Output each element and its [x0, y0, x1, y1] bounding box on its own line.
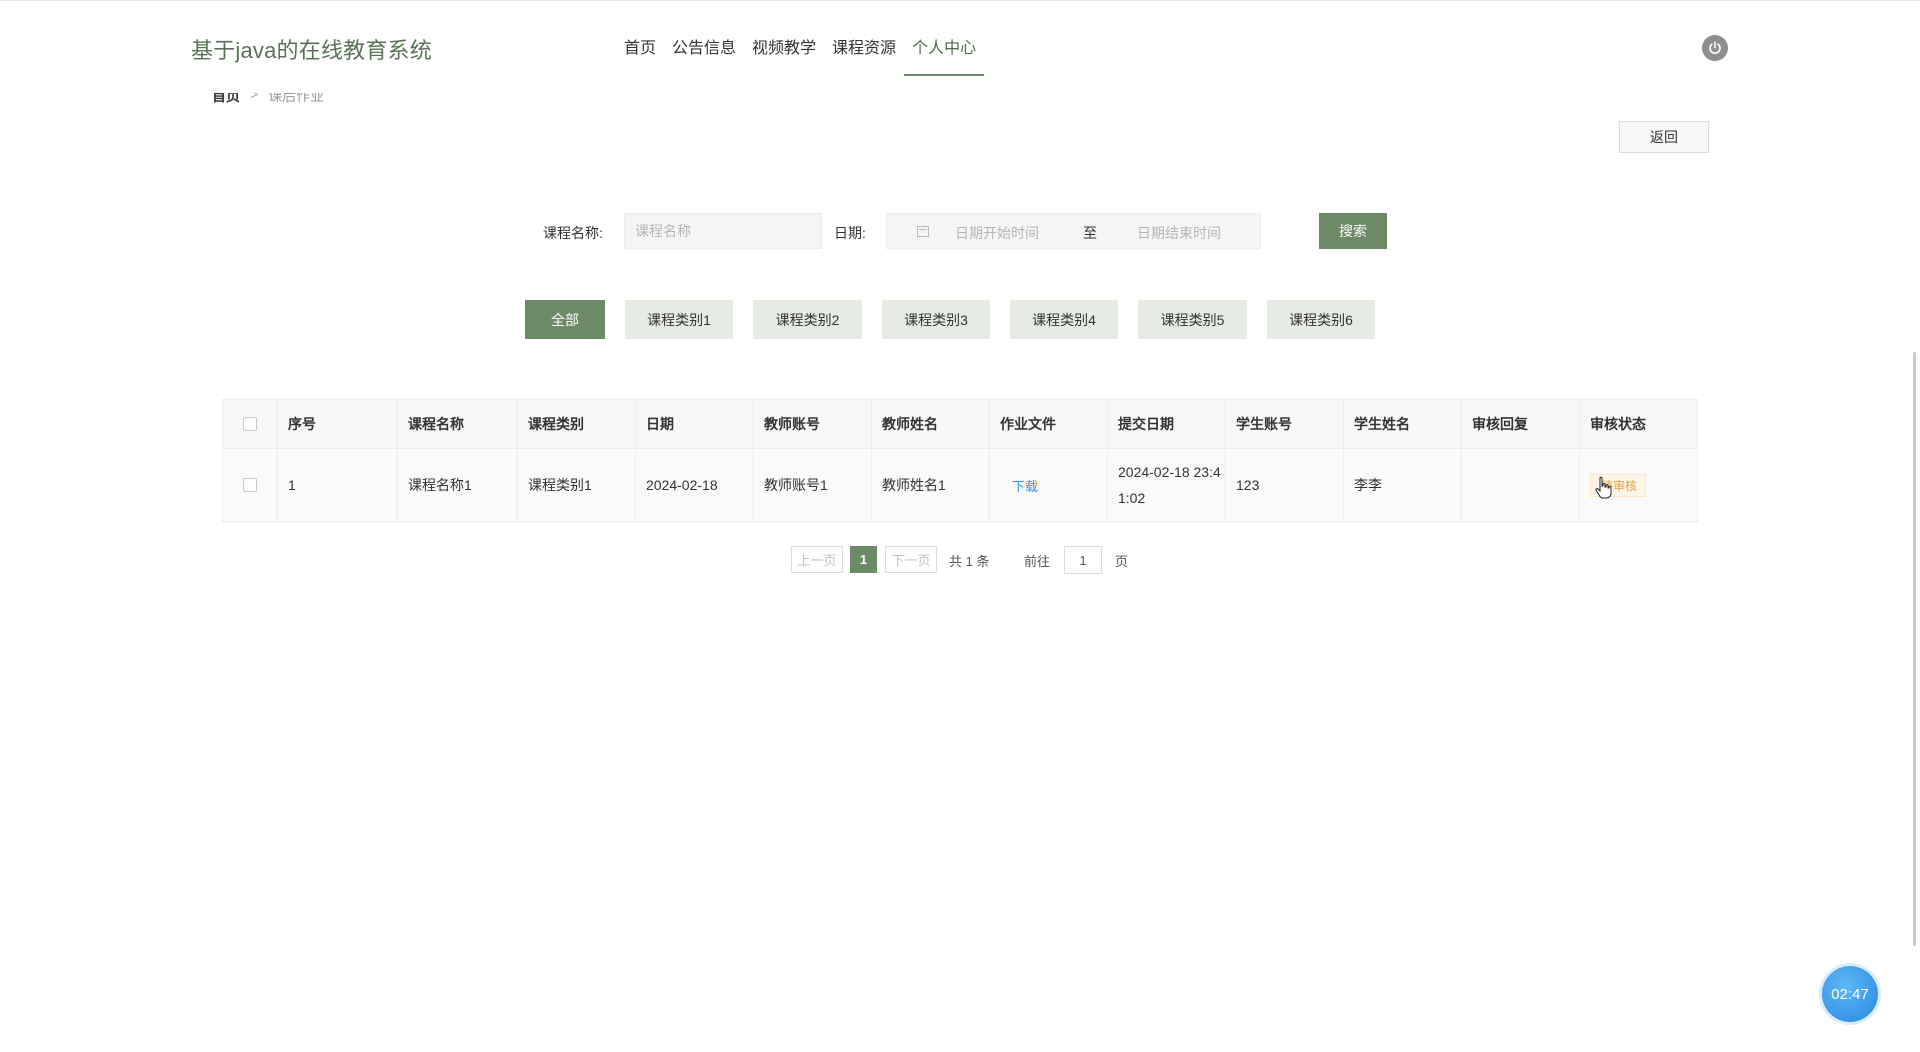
cell-date: 2024-02-18 — [636, 449, 754, 521]
header-student-account: 学生账号 — [1226, 400, 1344, 448]
category-6[interactable]: 课程类别6 — [1267, 300, 1375, 339]
cell-homework-file: 下载 — [990, 449, 1108, 521]
goto-page-input[interactable]: 1 — [1064, 546, 1102, 574]
next-page-button[interactable]: 下一页 — [885, 546, 937, 573]
category-3[interactable]: 课程类别3 — [882, 300, 990, 339]
nav-video-teaching[interactable]: 视频教学 — [744, 0, 824, 76]
header-submit-date: 提交日期 — [1108, 400, 1226, 448]
nav-course-resources[interactable]: 课程资源 — [824, 0, 904, 76]
pagination-total: 共 1 条 — [949, 554, 990, 569]
download-link[interactable]: 下载 — [1000, 476, 1038, 495]
category-5[interactable]: 课程类别5 — [1138, 300, 1247, 339]
prev-page-button[interactable]: 上一页 — [791, 546, 843, 573]
date-range-picker[interactable]: 日期开始时间 至 日期结束时间 — [886, 213, 1261, 249]
cell-submit-date: 2024-02-18 23:41:02 — [1108, 449, 1226, 521]
homework-table: 序号 课程名称 课程类别 日期 教师账号 教师姓名 作业文件 提交日期 学生账号… — [222, 399, 1698, 522]
header-course-type: 课程类别 — [518, 400, 636, 448]
header-teacher-account: 教师账号 — [754, 400, 872, 448]
main-nav: 首页 公告信息 视频教学 课程资源 个人中心 — [616, 0, 985, 76]
cell-review-reply — [1462, 449, 1580, 521]
category-4[interactable]: 课程类别4 — [1010, 300, 1118, 339]
course-name-input[interactable]: 课程名称 — [624, 213, 822, 249]
scrollbar-thumb[interactable] — [1913, 352, 1916, 946]
timer-bubble[interactable]: 02:47 — [1822, 966, 1878, 1022]
page-number-1[interactable]: 1 — [850, 546, 877, 573]
breadcrumb-current: 课后作业 — [268, 93, 325, 104]
site-title: 基于java的在线教育系统 — [191, 38, 432, 63]
header-student-name: 学生姓名 — [1344, 400, 1462, 448]
power-button[interactable] — [1702, 35, 1728, 61]
nav-announcements[interactable]: 公告信息 — [664, 0, 744, 76]
date-end-input[interactable]: 日期结束时间 — [1137, 223, 1221, 243]
select-all-cell — [223, 400, 278, 448]
date-start-input[interactable]: 日期开始时间 — [955, 223, 1039, 243]
header-course-name: 课程名称 — [398, 400, 518, 448]
breadcrumb: 首页 > 课后作业 — [212, 93, 324, 109]
row-select-cell — [223, 449, 278, 521]
cell-teacher-account: 教师账号1 — [754, 449, 872, 521]
header-date: 日期 — [636, 400, 754, 448]
category-1[interactable]: 课程类别1 — [625, 300, 733, 339]
header-teacher-name: 教师姓名 — [872, 400, 990, 448]
header-review-reply: 审核回复 — [1462, 400, 1580, 448]
cell-teacher-name: 教师姓名1 — [872, 449, 990, 521]
category-all[interactable]: 全部 — [525, 300, 605, 339]
breadcrumb-separator: > — [250, 93, 259, 102]
header-homework-file: 作业文件 — [990, 400, 1108, 448]
search-button[interactable]: 搜索 — [1319, 213, 1387, 249]
course-name-label: 课程名称: — [543, 225, 603, 241]
header-index: 序号 — [278, 400, 398, 448]
hand-cursor-icon — [1595, 476, 1612, 499]
select-all-checkbox[interactable] — [243, 417, 257, 431]
cell-index: 1 — [278, 449, 398, 521]
calendar-icon — [917, 226, 929, 237]
pagination-page-unit: 页 — [1115, 554, 1129, 569]
nav-home[interactable]: 首页 — [616, 0, 664, 76]
cell-course-type: 课程类别1 — [518, 449, 636, 521]
cell-course-name: 课程名称1 — [398, 449, 518, 521]
pagination-goto-label: 前往 — [1024, 554, 1051, 569]
power-icon — [1709, 41, 1721, 54]
category-2[interactable]: 课程类别2 — [753, 300, 862, 339]
breadcrumb-home[interactable]: 首页 — [212, 93, 240, 106]
date-label: 日期: — [834, 225, 866, 241]
table-row: 1 课程名称1 课程类别1 2024-02-18 教师账号1 教师姓名1 下载 … — [223, 449, 1697, 521]
back-button[interactable]: 返回 — [1619, 121, 1709, 153]
cell-student-name: 李李 — [1344, 449, 1462, 521]
header-review-status: 审核状态 — [1590, 416, 1646, 432]
date-range-separator: 至 — [1083, 225, 1097, 241]
cell-student-account: 123 — [1226, 449, 1344, 521]
nav-personal-center[interactable]: 个人中心 — [904, 0, 985, 76]
row-checkbox[interactable] — [243, 478, 257, 492]
table-header-row: 序号 课程名称 课程类别 日期 教师账号 教师姓名 作业文件 提交日期 学生账号… — [223, 400, 1697, 449]
